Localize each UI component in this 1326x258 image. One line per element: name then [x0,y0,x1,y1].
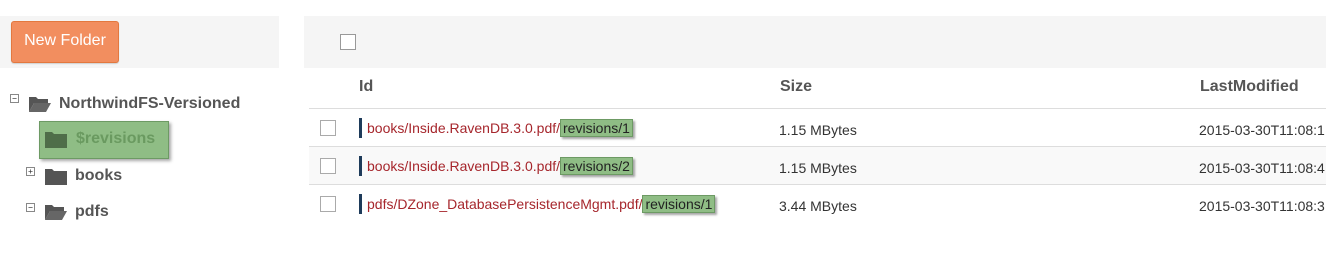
row-checkbox[interactable] [320,158,336,174]
revision-badge: revisions/1 [560,119,633,137]
tree-root-node[interactable]: NorthwindFS-Versioned [28,93,240,115]
tree-item-revisions-row: $revisions [44,128,155,150]
tree-item-label: pdfs [75,203,109,220]
folder-open-icon [29,97,51,112]
tree-collapse-toggle[interactable]: − [26,203,35,212]
file-size: 3.44 MBytes [779,198,857,214]
right-toolbar [304,16,1326,68]
file-size: 1.15 MBytes [779,160,857,176]
tree-collapse-toggle[interactable]: − [10,94,19,103]
file-id-cell: books/Inside.RavenDB.3.0.pdf/revisions/1 [359,118,633,138]
last-modified-date: 2015-03-30T11:08:1 [1199,122,1325,138]
table-row[interactable]: pdfs/DZone_DatabasePersistenceMgmt.pdf/r… [309,184,1326,223]
folder-open-icon [45,205,67,220]
last-modified-date: 2015-03-30T11:08:3 [1199,198,1325,214]
new-folder-button[interactable]: New Folder [11,21,119,63]
file-size: 1.15 MBytes [779,122,857,138]
folder-icon [45,132,67,148]
select-all-checkbox[interactable] [340,34,356,50]
table-row[interactable]: books/Inside.RavenDB.3.0.pdf/revisions/1… [309,108,1326,147]
column-header-size[interactable]: Size [780,78,812,96]
last-modified-date: 2015-03-30T11:08:4 [1199,160,1325,176]
file-system-browser: New Folder − NorthwindFS-Versioned $revi… [0,0,1326,258]
column-header-last-modified[interactable]: LastModified [1200,78,1299,96]
tree-root-label: NorthwindFS-Versioned [59,95,241,112]
file-path-link[interactable]: pdfs/DZone_DatabasePersistenceMgmt.pdf/ [367,196,642,212]
file-path-link[interactable]: books/Inside.RavenDB.3.0.pdf/ [367,120,560,136]
revision-badge: revisions/1 [642,195,716,213]
tree-item-label: $revisions [76,130,156,147]
row-checkbox[interactable] [320,196,336,212]
row-checkbox[interactable] [320,120,336,136]
column-header-id[interactable]: Id [359,78,373,96]
file-path-link[interactable]: books/Inside.RavenDB.3.0.pdf/ [367,158,560,174]
tree-item-pdfs[interactable]: pdfs [44,201,109,223]
tree-item-books[interactable]: books [44,165,122,187]
tree-item-label: books [75,167,123,184]
folder-icon [45,169,67,185]
table-row[interactable]: books/Inside.RavenDB.3.0.pdf/revisions/2… [309,146,1326,185]
tree-expand-toggle[interactable]: + [26,167,35,176]
file-id-cell: pdfs/DZone_DatabasePersistenceMgmt.pdf/r… [359,194,716,214]
file-id-cell: books/Inside.RavenDB.3.0.pdf/revisions/2 [359,156,633,176]
revision-badge: revisions/2 [560,157,633,175]
tree-item-revisions[interactable]: $revisions [39,121,169,159]
